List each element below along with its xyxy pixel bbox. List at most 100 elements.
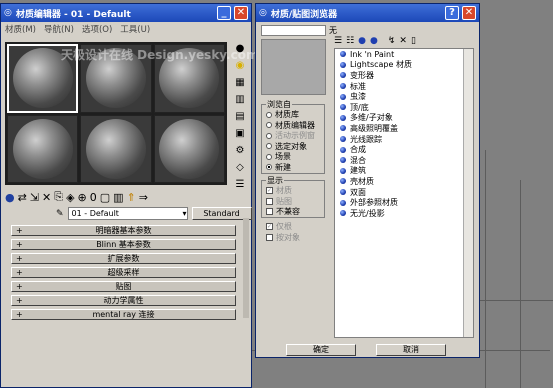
view-list-icon[interactable]: ☰ [334,36,342,46]
material-list[interactable]: Ink 'n Paint Lightscape 材质 变形器 标准 虫漆 顶/底 多维/子对… [334,48,474,338]
reset-map-icon[interactable]: ✕ [42,191,51,204]
close-button[interactable]: ✕ [234,6,248,20]
rollout-extended[interactable]: + 扩展参数 [11,253,236,264]
browse-option[interactable]: 新建 [266,162,291,173]
menu-navigation[interactable]: 导航(N) [44,23,74,35]
rollout-scrollbar[interactable] [243,218,249,318]
menu-tools[interactable]: 工具(U) [120,23,150,35]
dropdown-arrow-icon[interactable]: ▾ [183,208,187,219]
material-name-field[interactable]: 01 - Default ▾ [67,207,188,220]
material-editor-window[interactable]: ◎ 材质编辑器 - 01 - Default _ ✕ 材质(M) 导航(N) 选… [0,3,258,388]
checkbox-icon[interactable] [266,208,273,215]
material-list-item[interactable]: 光线跟踪 [335,134,473,145]
assign-to-selection-icon[interactable]: ⇲ [30,191,39,204]
rollout-dynamics[interactable]: + 动力学属性 [11,295,236,306]
radio-icon[interactable] [266,164,272,170]
browse-option[interactable]: 场景 [266,151,291,162]
radio-icon[interactable] [266,132,272,139]
menu-options[interactable]: 选项(O) [82,23,112,35]
material-list-item[interactable]: 多维/子对象 [335,113,473,124]
material-list-item[interactable]: 壳材质 [335,176,473,187]
view-large-icons-icon[interactable]: ● [370,36,378,46]
material-navigator-icon[interactable]: ☰ [233,178,247,192]
sample-type-icon[interactable]: ● [233,42,247,56]
eyedropper-icon[interactable]: ✎ [56,209,64,219]
material-list-item[interactable]: Ink 'n Paint [335,49,473,60]
search-input[interactable] [261,25,326,36]
backlight-icon[interactable]: ◉ [233,59,247,73]
close-button[interactable]: ✕ [462,6,476,20]
material-list-item[interactable]: 混合 [335,155,473,166]
material-list-item[interactable]: 无光/投影 [335,208,473,219]
sample-slot[interactable] [7,114,79,183]
material-list-item[interactable]: Lightscape 材质 [335,60,473,71]
material-list-item[interactable]: 变形器 [335,70,473,81]
cancel-button[interactable]: 取消 [376,344,446,356]
material-list-item-label: 光线跟踪 [350,134,382,144]
material-list-item[interactable]: 虫漆 [335,91,473,102]
browse-option[interactable]: 选定对象 [266,141,307,152]
select-by-material-icon[interactable]: ◇ [233,161,247,175]
show-map-icon[interactable]: ▢ [100,191,110,204]
material-browser-titlebar[interactable]: ◎ 材质/贴图浏览器 ? ✕ [256,4,479,22]
put-to-library-icon[interactable]: ⊕ [78,191,87,204]
radio-icon[interactable] [266,153,272,160]
radio-icon[interactable] [266,111,272,118]
material-list-item[interactable]: 外部参照材质 [335,197,473,208]
show-end-result-icon[interactable]: ▥ [113,191,123,204]
show-option[interactable]: ✓ 仅根 [266,221,292,232]
browse-option[interactable]: 材质编辑器 [266,120,315,131]
material-list-item-label: Lightscape 材质 [350,60,412,70]
show-option[interactable]: 贴图 [266,196,292,207]
view-small-icons-icon[interactable]: ● [358,36,366,46]
browse-option[interactable]: 活动示例窗 [266,130,315,141]
video-color-check-icon[interactable]: ▤ [233,110,247,124]
sample-slot[interactable] [80,114,152,183]
put-to-scene-icon[interactable]: ⇄ [18,191,27,204]
material-browser-window[interactable]: ◎ 材质/贴图浏览器 ? ✕ 无 ☰ ☷ ● ● ↯ ✕ ▯ Ink 'n Pa… [255,3,480,358]
view-list-icons-icon[interactable]: ☷ [346,36,354,46]
menu-material[interactable]: 材质(M) [5,23,36,35]
show-option[interactable]: 按对象 [266,232,300,243]
delete-icon[interactable]: ✕ [399,36,407,46]
material-list-item[interactable]: 标准 [335,81,473,92]
material-list-item[interactable]: 顶/底 [335,102,473,113]
make-preview-icon[interactable]: ▣ [233,127,247,141]
make-unique-icon[interactable]: ◈ [66,191,74,204]
material-id-icon[interactable]: 0 [90,191,97,204]
ok-button[interactable]: 确定 [286,344,356,356]
uv-tiling-icon[interactable]: ▥ [233,93,247,107]
background-icon[interactable]: ▦ [233,76,247,90]
browse-option[interactable]: 材质库 [266,109,299,120]
checkbox-icon[interactable] [266,197,273,205]
rollout-shader-basic[interactable]: + 明暗器基本参数 [11,225,236,236]
update-scene-icon[interactable]: ↯ [388,36,396,46]
get-material-icon[interactable]: ● [5,191,15,204]
clear-icon[interactable]: ▯ [411,36,416,46]
material-list-item[interactable]: 双面 [335,187,473,198]
help-button[interactable]: ? [445,6,459,20]
material-list-item[interactable]: 建筑 [335,166,473,177]
options-icon[interactable]: ⚙ [233,144,247,158]
go-forward-icon[interactable]: ⇒ [139,191,148,204]
radio-icon[interactable] [266,143,272,149]
minimize-button[interactable]: _ [217,6,231,20]
material-editor-titlebar[interactable]: ◎ 材质编辑器 - 01 - Default _ ✕ [1,4,251,22]
material-list-scrollbar[interactable] [463,49,473,337]
rollout-supersampling[interactable]: + 超级采样 [11,267,236,278]
go-to-parent-icon[interactable]: ⇑ [127,191,136,204]
show-option[interactable]: 不兼容 [266,206,300,217]
rollout-maps[interactable]: + 贴图 [11,281,236,292]
radio-icon[interactable] [266,122,272,128]
material-list-item[interactable]: 合成 [335,144,473,155]
checkbox-icon[interactable]: ✓ [266,187,273,194]
make-copy-icon[interactable]: ⎘ [54,190,63,204]
show-option[interactable]: ✓ 材质 [266,185,292,196]
rollout-mental-ray[interactable]: + mental ray 连接 [11,309,236,320]
checkbox-icon[interactable] [266,233,273,241]
sample-slot[interactable] [153,114,225,183]
rollout-label: 贴图 [115,282,132,291]
material-list-item[interactable]: 高级照明覆盖 [335,123,473,134]
checkbox-icon[interactable]: ✓ [266,223,273,230]
rollout-blinn-basic[interactable]: + Blinn 基本参数 [11,239,236,250]
